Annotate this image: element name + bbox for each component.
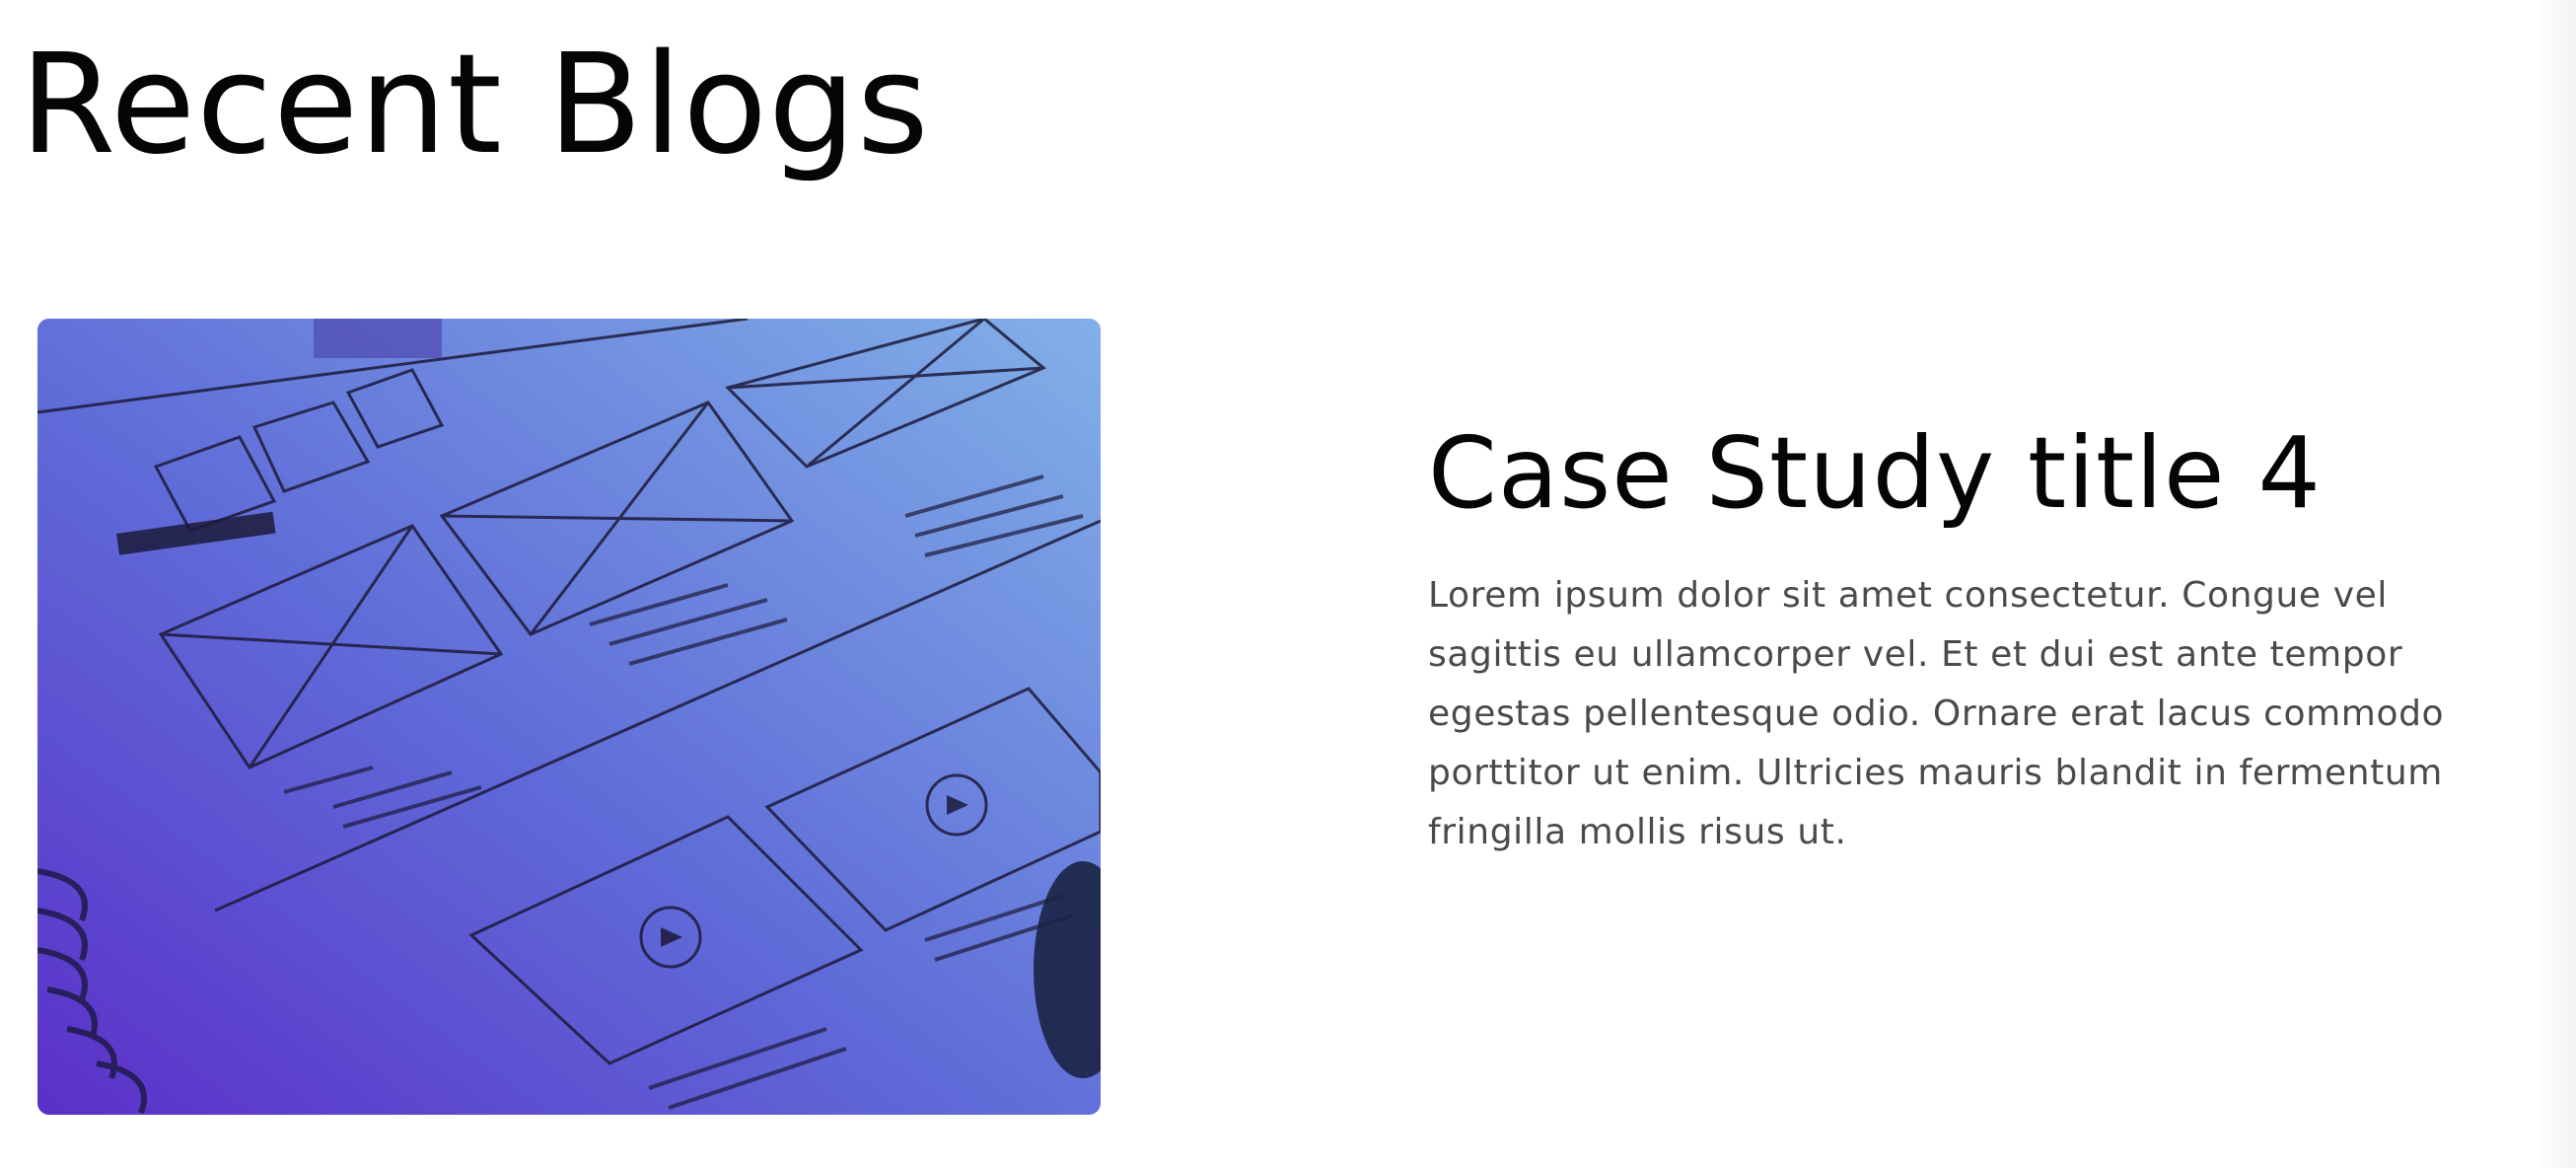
scrollbar-track[interactable] <box>2535 0 2576 1168</box>
blog-card: Case Study title 4 Lorem ipsum dolor sit… <box>0 0 2576 1168</box>
blog-title[interactable]: Case Study title 4 <box>1428 414 2322 533</box>
blog-thumbnail-image[interactable] <box>37 319 1101 1115</box>
wireframe-sketch-image <box>37 319 1101 1115</box>
blog-excerpt: Lorem ipsum dolor sit amet consectetur. … <box>1428 575 2445 852</box>
